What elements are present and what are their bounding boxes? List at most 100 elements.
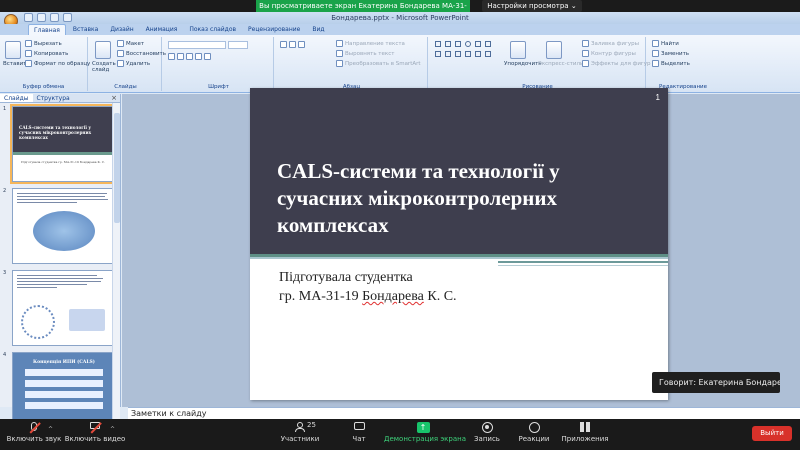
smartart-button[interactable]: Преобразовать в SmartArt [336,60,421,67]
smiley-icon [528,422,540,433]
slide-number: 1 [655,93,660,102]
apps-button[interactable]: Приложения [560,419,610,450]
screen-share-banner: Вы просматриваете экран Екатерина Бондар… [256,0,470,22]
shapes-gallery-row2[interactable] [434,51,492,57]
close-icon[interactable]: × [111,94,117,103]
shape-effects-button[interactable]: Эффекты для фигур [582,60,651,67]
quick-styles-button[interactable]: Экспресс-стили [538,61,584,67]
thumb-diagram [25,369,103,376]
reset-icon [117,50,124,57]
bullets-icon[interactable] [280,41,287,48]
share-screen-label: Демонстрация экрана [384,435,466,443]
subtitle-line-1: Підготувала студентка [279,270,413,285]
arrow-shape-icon[interactable] [445,41,451,47]
unmute-button[interactable]: Включить звук [4,419,64,450]
callout-shape-icon[interactable] [465,51,471,57]
star-shape-icon[interactable] [455,51,461,57]
strikethrough-icon[interactable] [195,53,202,60]
participants-button[interactable]: Участники [276,419,324,450]
slide-subtitle[interactable]: Підготувала студентка гр. МА-31-19 Бонда… [279,268,457,306]
record-label: Запись [474,435,500,443]
thumb-text-line [17,278,103,279]
delete-icon [117,60,124,67]
rounded-rect-shape-icon[interactable] [435,51,441,57]
slide-title[interactable]: CALS-системи та технології у сучасних мі… [277,158,627,239]
numbering-icon[interactable] [289,41,296,48]
arrange-button[interactable]: Упорядочить [504,61,542,67]
layout-button[interactable]: Макет [117,40,144,47]
tab-slides[interactable]: Слайды [0,94,33,102]
oval-shape-icon[interactable] [465,41,471,47]
shape-fill-button[interactable]: Заливка фигуры [582,40,639,47]
slides-group-label: Слайды [114,84,137,90]
brace-shape-icon[interactable] [485,41,491,47]
tab-design[interactable]: Дизайн [105,24,138,35]
tab-review[interactable]: Рецензирование [243,24,305,35]
font-family-combo[interactable] [168,41,226,49]
replace-button[interactable]: Заменить [652,50,689,57]
delete-slide-button[interactable]: Удалить [117,60,150,67]
tab-outline[interactable]: Структура [33,94,74,102]
customize-qat-icon[interactable] [63,13,72,22]
chat-icon [353,422,365,433]
audio-options-caret-icon[interactable]: ^ [48,426,53,433]
video-options-caret-icon[interactable]: ^ [110,426,115,433]
format-painter-label: Формат по образцу [34,60,91,67]
new-slide-button[interactable]: Создать слайд [92,61,116,73]
find-label: Найти [661,40,679,47]
quick-styles-label: Экспресс-стили [538,61,584,67]
tab-home[interactable]: Главная [28,24,66,35]
view-settings-button[interactable]: Настройки просмотра ⌄ [482,0,582,12]
binoculars-icon [652,40,659,47]
select-button[interactable]: Выделить [652,60,690,67]
find-button[interactable]: Найти [652,40,679,47]
bold-icon[interactable] [168,53,175,60]
more-shapes-icon[interactable] [485,51,491,57]
record-button[interactable]: Запись [470,419,504,450]
chat-button[interactable]: Чат [344,419,374,450]
share-screen-button[interactable]: ↑ Демонстрация экрана [384,419,466,450]
undo-icon[interactable] [37,13,46,22]
triangle-shape-icon[interactable] [475,41,481,47]
thumbnail-scrollbar[interactable] [112,103,120,419]
line-shape-icon[interactable] [435,41,441,47]
drawing-group: Упорядочить Экспресс-стили Заливка фигур… [430,37,651,91]
start-video-button[interactable]: Включить видео [64,419,126,450]
redo-icon[interactable] [50,13,59,22]
select-label: Выделить [661,60,690,67]
heart-shape-icon[interactable] [475,51,481,57]
format-painter-button[interactable]: Формат по образцу [25,60,90,67]
shadow-icon[interactable] [204,53,211,60]
bullets-buttons[interactable] [280,41,305,48]
reactions-button[interactable]: Реакции [514,419,554,450]
shapes-gallery[interactable] [434,41,492,47]
save-icon[interactable] [24,13,33,22]
leave-button[interactable]: Выйти [752,426,792,441]
underline-icon[interactable] [186,53,193,60]
align-text-button[interactable]: Выровнять текст [336,50,394,57]
text-direction-button[interactable]: Направление текста [336,40,405,47]
arrange-icon [510,41,526,59]
arrow-right-shape-icon[interactable] [445,51,451,57]
subtitle-initials: К. С. [423,289,457,304]
cut-button[interactable]: Вырезать [25,40,62,47]
font-size-combo[interactable] [228,41,248,49]
scrollbar-thumb[interactable] [114,113,120,223]
current-slide[interactable]: 1 CALS-системи та технології у сучасних … [250,88,668,400]
thumb-text-line [17,275,97,276]
tab-insert[interactable]: Вставка [68,24,103,35]
window-title: Бондарева.pptx - Microsoft PowerPoint [331,14,469,22]
tab-animation[interactable]: Анимация [141,24,183,35]
notes-pane[interactable]: Заметки к слайду [128,407,800,419]
indent-icon[interactable] [298,41,305,48]
align-text-icon [336,50,343,57]
rect-shape-icon[interactable] [455,41,461,47]
tab-slideshow[interactable]: Показ слайдов [184,24,241,35]
shape-outline-button[interactable]: Контур фигуры [582,50,636,57]
tab-view[interactable]: Вид [307,24,329,35]
reset-button[interactable]: Восстановить [117,50,166,57]
font-format-buttons[interactable] [168,53,211,60]
slide-accent-line [498,265,668,266]
copy-button[interactable]: Копировать [25,50,68,57]
italic-icon[interactable] [177,53,184,60]
